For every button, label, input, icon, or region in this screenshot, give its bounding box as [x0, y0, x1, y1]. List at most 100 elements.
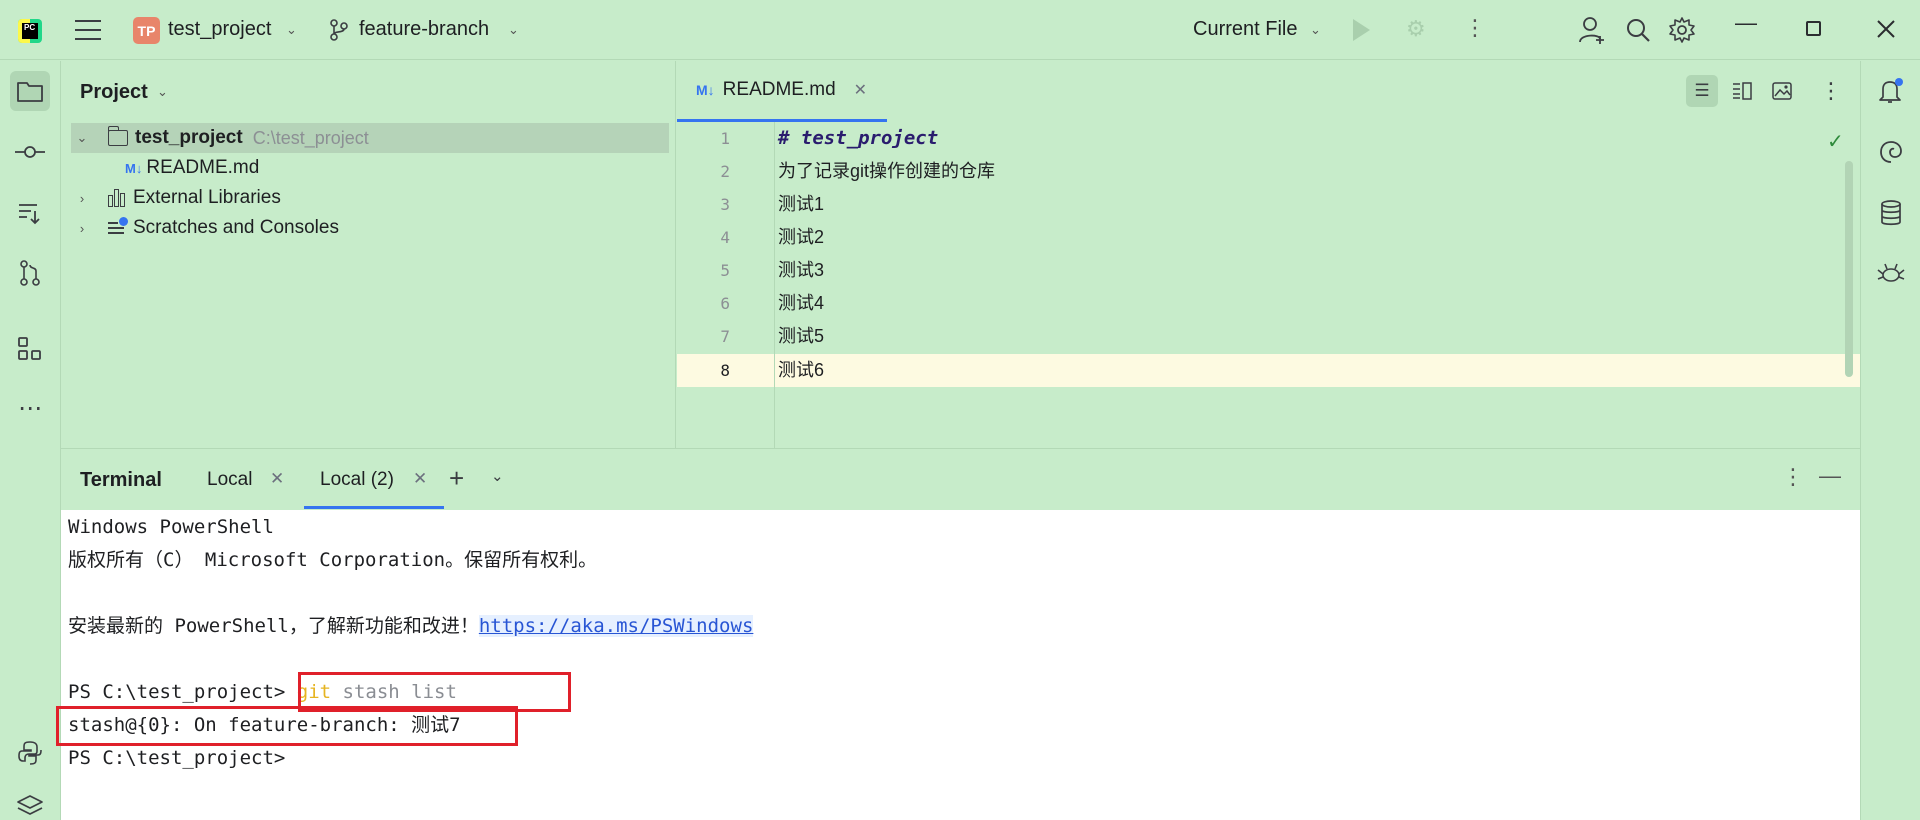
line-number: 5: [720, 261, 730, 280]
chevron-down-icon[interactable]: ⌄: [1310, 22, 1321, 38]
output-highlight-box: [56, 706, 518, 746]
minimize-window-icon[interactable]: —: [1735, 10, 1757, 36]
markdown-file-icon: M↓: [125, 160, 143, 176]
chevron-down-icon[interactable]: ⌄: [74, 130, 90, 146]
code-line[interactable]: 测试1: [778, 188, 824, 221]
terminal-tab-local[interactable]: Local: [207, 469, 252, 491]
active-tab-indicator: [304, 506, 444, 509]
chevron-down-icon[interactable]: ⌄: [157, 84, 168, 100]
more-tool-windows-icon[interactable]: ⋯: [10, 388, 50, 428]
editor-area: M↓ README.md ✕ ☰ ⋮ 1 2 3 4 5 6 7 8 # tes…: [677, 61, 1860, 448]
git-branches-icon[interactable]: [10, 253, 50, 293]
scratches-icon: [108, 217, 128, 237]
current-line-highlight: [677, 354, 1860, 387]
code-line[interactable]: 测试3: [778, 254, 824, 287]
terminal-output[interactable]: Windows PowerShell 版权所有（C） Microsoft Cor…: [56, 510, 1860, 820]
tree-item-readme[interactable]: M↓ README.md: [125, 153, 259, 183]
editor-only-view-icon[interactable]: ☰: [1686, 75, 1718, 107]
terminal-line: Windows PowerShell: [68, 516, 274, 538]
terminal-line: 安装最新的 PowerShell，了解新功能和改进！https://aka.ms…: [68, 615, 754, 637]
powershell-link[interactable]: https://aka.ms/PSWindows: [478, 615, 754, 637]
settings-gear-icon[interactable]: [1668, 16, 1696, 44]
markdown-file-icon: M↓: [696, 82, 715, 98]
editor-tab-label: README.md: [722, 79, 836, 100]
tree-item-external-libraries[interactable]: › External Libraries: [71, 183, 281, 213]
close-tab-icon[interactable]: ✕: [413, 469, 427, 489]
chevron-right-icon[interactable]: ›: [74, 221, 90, 236]
main-menu-icon[interactable]: [75, 20, 101, 40]
editor-tab-readme[interactable]: M↓ README.md ✕: [677, 61, 887, 122]
title-bar: PC TP test_project ⌄ feature-branch ⌄ Cu…: [0, 0, 1920, 60]
terminal-header: Terminal Local ✕ Local (2) ✕ + ⌄ ⋮ —: [61, 448, 1860, 510]
close-window-icon[interactable]: [1877, 20, 1895, 38]
panel-title[interactable]: Project: [80, 81, 148, 104]
tree-item-test-project[interactable]: ⌄ test_project C:\test_project: [71, 123, 669, 153]
copilot-crab-icon[interactable]: [1871, 254, 1911, 294]
pull-requests-icon[interactable]: [10, 193, 50, 233]
line-number: 2: [720, 162, 730, 181]
close-tab-icon[interactable]: ✕: [270, 469, 284, 489]
library-icon: [108, 189, 128, 207]
terminal-title: Terminal: [80, 469, 162, 491]
project-tool-window: Project ⌄ ⌄ test_project C:\test_project…: [61, 61, 676, 448]
pycharm-logo-icon[interactable]: PC: [18, 19, 42, 43]
code-line[interactable]: # test_project: [778, 122, 938, 155]
project-tool-folder-icon[interactable]: [10, 71, 50, 111]
commit-icon[interactable]: [10, 132, 50, 172]
editor-scrollbar[interactable]: [1845, 161, 1853, 377]
editor-more-icon[interactable]: ⋮: [1815, 75, 1847, 107]
terminal-prompt-line: PS C:\test_project>: [68, 747, 286, 769]
line-number: 7: [720, 327, 730, 346]
line-number: 3: [720, 195, 730, 214]
left-tool-window-bar: ⋯: [0, 61, 61, 820]
terminal-options-icon[interactable]: ⋮: [1782, 464, 1804, 490]
folder-icon: [107, 126, 128, 146]
terminal-line: 版权所有（C） Microsoft Corporation。保留所有权利。: [68, 549, 598, 571]
code-line[interactable]: 为了记录git操作创建的仓库: [778, 155, 995, 188]
split-view-icon[interactable]: [1726, 75, 1758, 107]
close-tab-icon[interactable]: ✕: [854, 80, 867, 100]
branch-name[interactable]: feature-branch: [359, 18, 489, 41]
preview-only-icon[interactable]: [1766, 75, 1798, 107]
tree-item-label: Scratches and Consoles: [133, 217, 339, 238]
tree-item-path: C:\test_project: [252, 127, 369, 148]
search-icon[interactable]: [1625, 17, 1651, 43]
hide-panel-icon[interactable]: —: [1819, 463, 1841, 489]
branch-icon[interactable]: [329, 18, 349, 42]
line-number: 6: [720, 294, 730, 313]
code-line[interactable]: 测试6: [778, 354, 824, 387]
run-icon[interactable]: [1353, 19, 1370, 41]
editor-gutter: 1 2 3 4 5 6 7 8: [677, 122, 775, 448]
tree-item-label: README.md: [146, 157, 260, 178]
tree-item-label: External Libraries: [133, 187, 281, 208]
more-actions-icon[interactable]: ⋮: [1464, 15, 1486, 41]
chevron-down-icon[interactable]: ⌄: [286, 22, 297, 38]
tree-item-scratches[interactable]: › Scratches and Consoles: [71, 213, 339, 243]
project-badge[interactable]: TP: [133, 17, 160, 44]
no-problems-check-icon[interactable]: ✓: [1827, 129, 1844, 154]
code-line[interactable]: 测试2: [778, 221, 824, 254]
services-layers-icon[interactable]: [10, 786, 50, 820]
chevron-down-icon[interactable]: ⌄: [508, 22, 519, 38]
project-name[interactable]: test_project: [168, 18, 271, 41]
line-number: 1: [720, 129, 730, 148]
add-user-icon[interactable]: [1578, 15, 1606, 45]
debug-icon[interactable]: ⚙: [1406, 16, 1426, 42]
tree-item-label: test_project: [135, 127, 243, 148]
right-tool-window-bar: [1860, 61, 1920, 820]
terminal-tab-local-2[interactable]: Local (2): [320, 469, 394, 491]
chevron-down-icon[interactable]: ⌄: [491, 467, 504, 485]
run-config-selector[interactable]: Current File: [1193, 18, 1297, 41]
database-icon[interactable]: [1871, 193, 1911, 233]
notifications-bell-icon[interactable]: [1871, 71, 1911, 111]
chevron-right-icon[interactable]: ›: [74, 191, 90, 206]
restore-window-icon[interactable]: [1806, 21, 1821, 36]
code-line[interactable]: 测试4: [778, 287, 824, 320]
ai-assistant-icon[interactable]: [1871, 132, 1911, 172]
python-console-icon[interactable]: [10, 733, 50, 773]
line-number: 8: [720, 361, 730, 380]
line-number: 4: [720, 228, 730, 247]
code-line[interactable]: 测试5: [778, 320, 824, 353]
new-terminal-plus-icon[interactable]: +: [449, 463, 464, 494]
structure-icon[interactable]: [10, 329, 50, 369]
